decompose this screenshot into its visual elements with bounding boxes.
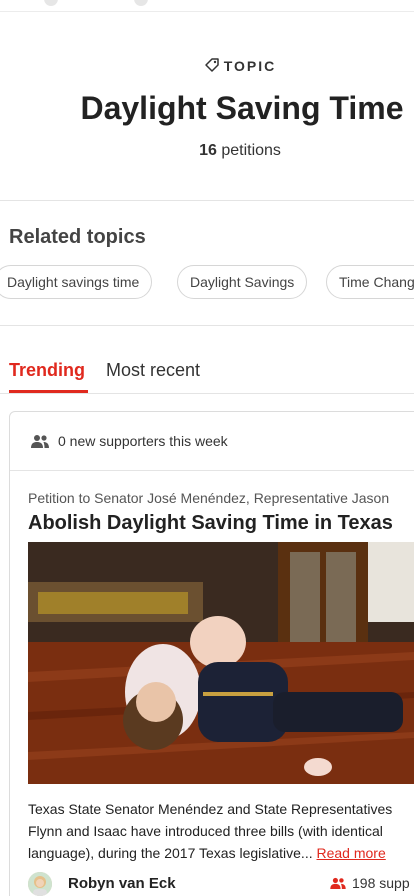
topic-label-text: TOPIC — [223, 58, 277, 74]
chip-daylight-savings-time[interactable]: Daylight savings time — [0, 265, 153, 299]
page-title: Daylight Saving Time — [80, 90, 404, 126]
supporter-count-text: 198 supp — [352, 875, 410, 891]
petition-count-suffix: petitions — [216, 142, 281, 159]
petition-count-number: 16 — [199, 142, 217, 159]
summary-line-last: language), during the 2017 Texas legisla… — [28, 842, 414, 864]
summary-line: Texas State Senator Menéndez and State R… — [28, 801, 393, 817]
topic-page: TOPIC Daylight Saving Time 16 petitions … — [0, 0, 414, 896]
supporter-count: 198 supp — [330, 875, 410, 891]
people-icon — [31, 435, 49, 448]
divider — [0, 200, 414, 201]
supporters-this-week: 0 new supporters this week — [58, 433, 228, 449]
petition-photo-illustration — [28, 542, 414, 784]
read-more-link[interactable]: Read more — [317, 845, 386, 861]
tab-most-recent[interactable]: Most recent — [106, 360, 200, 381]
related-topics-chips: Daylight savings time Daylight Savings T… — [0, 265, 414, 301]
petition-target: Petition to Senator José Menéndez, Repre… — [28, 490, 390, 506]
card-header: 0 new supporters this week — [10, 412, 414, 471]
petition-photo[interactable] — [28, 542, 414, 784]
petition-summary: Texas State Senator Menéndez and State R… — [28, 798, 414, 864]
author-name[interactable]: Robyn van Eck — [68, 875, 176, 892]
related-topics-heading: Related topics — [9, 226, 146, 248]
chip-daylight-savings[interactable]: Daylight Savings — [177, 265, 308, 299]
avatar-image — [28, 872, 52, 896]
summary-line: Flynn and Isaac have introduced three bi… — [28, 823, 383, 839]
divider — [0, 325, 414, 326]
people-icon — [330, 877, 346, 889]
tag-icon — [204, 58, 219, 72]
topic-label: TOPIC — [0, 57, 414, 74]
petition-title[interactable]: Abolish Daylight Saving Time in Texas — [28, 512, 414, 535]
avatar[interactable] — [28, 872, 52, 896]
tab-trending[interactable]: Trending — [9, 360, 85, 381]
summary-line: language), during the 2017 Texas legisla… — [28, 845, 317, 861]
nav-icon[interactable] — [44, 0, 58, 6]
petition-count: 16 petitions — [0, 142, 414, 160]
nav-icon[interactable] — [134, 0, 148, 6]
divider — [0, 393, 414, 394]
chip-time-change[interactable]: Time Change — [326, 265, 414, 299]
top-nav-bar — [0, 0, 414, 12]
